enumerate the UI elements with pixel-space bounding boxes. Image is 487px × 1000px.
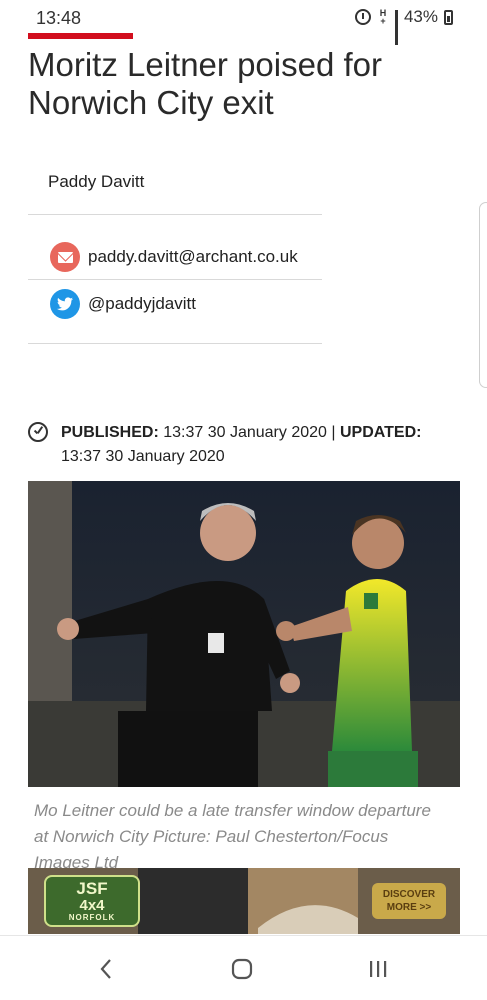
article-headline: Moritz Leitner poised for Norwich City e… (28, 46, 382, 121)
email-icon (50, 242, 80, 272)
advert-logo-line2: 4x4 (79, 897, 105, 914)
accent-bar (28, 33, 133, 39)
network-type-icon: H + (379, 8, 387, 26)
twitter-bird-glyph (57, 297, 73, 311)
advert-discover-button[interactable]: DISCOVER MORE >> (372, 883, 446, 919)
battery-percent: 43% (403, 7, 438, 26)
back-button[interactable] (86, 954, 126, 984)
separator: | (331, 424, 336, 441)
twitter-icon (50, 289, 80, 319)
signal-icon (394, 10, 398, 45)
scroll-handle[interactable] (479, 202, 487, 388)
author-twitter-link[interactable]: @paddyjdavitt (50, 289, 196, 319)
recent-apps-button[interactable] (358, 954, 398, 984)
photo-illustration (28, 481, 460, 787)
status-icons: H + 43% (354, 7, 453, 45)
system-nav-bar (0, 935, 487, 1000)
recent-apps-icon (370, 961, 387, 977)
author-email-link[interactable]: paddy.davitt@archant.co.uk (50, 242, 298, 272)
photo-caption: Mo Leitner could be a late transfer wind… (34, 801, 431, 870)
clock-icon (28, 422, 48, 442)
author-email[interactable]: paddy.davitt@archant.co.uk (88, 247, 298, 267)
status-bar: 13:48 H + 43% (0, 0, 487, 45)
divider (28, 343, 322, 344)
battery-icon (444, 9, 453, 25)
back-icon (100, 959, 111, 979)
publish-info: PUBLISHED: 13:37 30 January 2020 | UPDAT… (61, 421, 441, 469)
status-time: 13:48 (36, 8, 82, 28)
author-twitter[interactable]: @paddyjdavitt (88, 294, 196, 314)
advert-logo-line1: JSF (76, 879, 108, 898)
advert-banner[interactable]: JSF 4x4 NORFOLK DISCOVER MORE >> (28, 868, 460, 934)
published-value: 13:37 30 January 2020 (163, 424, 327, 441)
advert-button-line1: DISCOVER (382, 889, 436, 900)
divider (28, 214, 322, 215)
home-button[interactable] (222, 954, 262, 984)
alarm-icon (354, 9, 371, 25)
advert-logo: JSF 4x4 NORFOLK (44, 875, 140, 927)
advert-logo-line3: NORFOLK (68, 913, 116, 922)
advert-button-line2: MORE >> (386, 902, 432, 913)
updated-label: UPDATED: (339, 424, 422, 441)
article-photo[interactable] (28, 481, 460, 787)
divider (28, 279, 322, 280)
updated-value: 13:37 30 January 2020 (61, 448, 225, 465)
home-icon (231, 958, 253, 980)
author-name[interactable]: Paddy Davitt (48, 172, 144, 192)
published-label: PUBLISHED: (61, 424, 159, 441)
